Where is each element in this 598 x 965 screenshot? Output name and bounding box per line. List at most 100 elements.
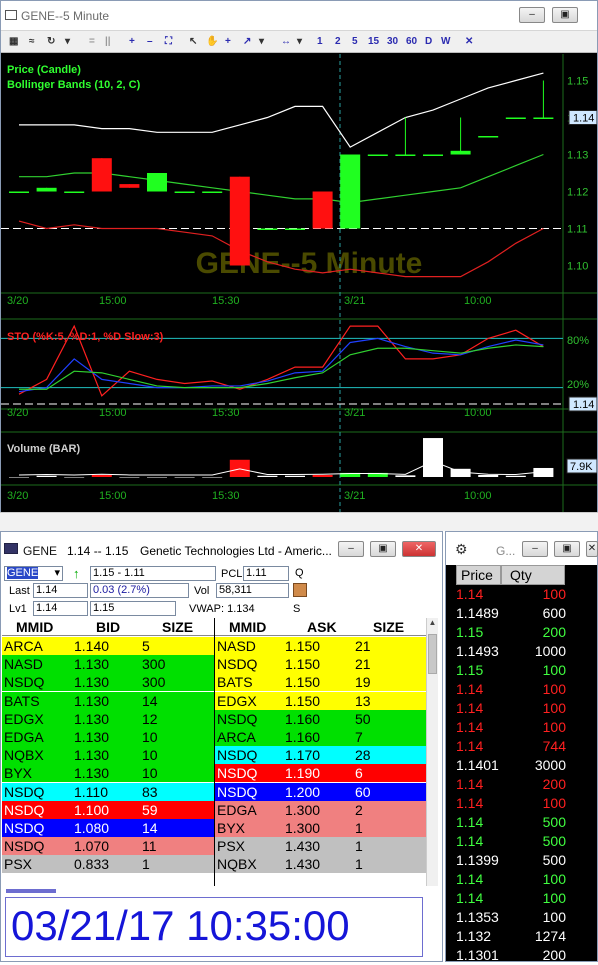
ask-row[interactable]: ARCA 1.160 7 (215, 728, 426, 746)
ask-price-header[interactable]: ASK (307, 618, 337, 636)
level2-maximize-button[interactable]: ▣ (370, 541, 396, 557)
fit-icon[interactable]: ⛶ (165, 36, 172, 47)
chart-canvas[interactable]: GENE--5 Minute 1.15 1.14 1.13 1.12 1.11 1.10 1… (1, 54, 597, 512)
ts-minimize-button[interactable]: – (522, 541, 548, 557)
bid-size-cell: 10 (142, 765, 158, 782)
level2-close-button[interactable]: ✕ (402, 541, 436, 557)
scroll-thumb[interactable] (428, 634, 437, 674)
x-axis-label: 15:30 (212, 295, 240, 307)
ask-size-cell: 21 (355, 638, 371, 654)
ts-price-cell: 1.14 (456, 700, 484, 716)
chart-settings-icon[interactable]: ▦ (9, 36, 18, 47)
refresh-icon[interactable]: ↻ (47, 36, 55, 47)
close-chart-icon[interactable]: ✕ (465, 36, 473, 47)
ts-qty-cell: 600 (542, 605, 566, 621)
bid-row[interactable]: BYX 1.130 10 (2, 764, 214, 783)
pointer-icon[interactable]: ↖ (189, 36, 197, 47)
scroll-up-icon[interactable]: ▲ (427, 618, 438, 627)
ask-row[interactable]: NQBX 1.430 1 (215, 855, 426, 874)
volume-bar (257, 475, 278, 477)
x-axis-label: 15:00 (99, 295, 127, 307)
ask-row[interactable]: NSDQ 1.160 50 (215, 709, 426, 728)
ts-qty-header[interactable]: Qty (501, 565, 565, 585)
dropdown-icon[interactable]: ▾ (65, 36, 70, 47)
bid-row[interactable]: NSDQ 1.110 83 (2, 782, 214, 801)
period-d-button[interactable]: D (425, 36, 432, 47)
crosshair-icon[interactable]: + (225, 36, 231, 47)
volume-bar (147, 477, 167, 478)
bid-mmid-cell: NSDQ (4, 838, 45, 855)
ts-price-header[interactable]: Price (456, 565, 501, 585)
zoom-out-icon[interactable]: – (147, 36, 153, 47)
ask-row[interactable]: EDGA 1.300 2 (215, 800, 426, 819)
ask-row[interactable]: NSDQ 1.200 60 (215, 782, 426, 801)
ask-row[interactable]: EDGX 1.150 13 (215, 691, 426, 710)
ask-row[interactable]: NSDQ 1.170 28 (215, 746, 426, 765)
draw-line-icon[interactable]: ↗ (243, 36, 251, 47)
ts-price-cell: 1.1489 (456, 605, 499, 621)
bid-row[interactable]: NASD 1.130 300 (2, 655, 214, 674)
price-tick-label: 1.10 (567, 261, 588, 273)
period-1-button[interactable]: 1 (317, 36, 323, 47)
x-axis-label: 3/21 (344, 407, 365, 419)
bid-row[interactable]: ARCA 1.140 5 (2, 637, 214, 655)
symbol-dropdown-icon[interactable]: ▾ (54, 567, 60, 580)
symbol-value: GENE (7, 567, 39, 579)
bid-row[interactable]: NSDQ 1.130 300 (2, 673, 214, 692)
minimize-button[interactable]: – (519, 7, 545, 23)
period-5-button[interactable]: 5 (352, 36, 358, 47)
ask-row[interactable]: BATS 1.150 19 (215, 673, 426, 692)
ts-price-cell: 1.1301 (456, 947, 499, 963)
level2-minimize-button[interactable]: – (338, 541, 364, 557)
ts-row: 1.1401 3000 (456, 756, 596, 775)
ts-titlebar: ⚙ G... – ▣ ✕ (446, 532, 598, 565)
ask-row[interactable]: NSDQ 1.190 6 (215, 764, 426, 783)
bid-row[interactable]: NSDQ 1.100 59 (2, 800, 214, 819)
ask-row[interactable]: PSX 1.430 1 (215, 837, 426, 856)
zoom-in-icon[interactable]: + (129, 36, 135, 47)
period-60-button[interactable]: 60 (406, 36, 417, 47)
bid-row[interactable]: NSDQ 1.080 14 (2, 819, 214, 837)
bid-price-cell: 1.130 (74, 674, 110, 691)
price-tick-label: 1.15 (567, 76, 588, 88)
ask-row[interactable]: NSDQ 1.150 21 (215, 655, 426, 674)
candle-body (174, 191, 195, 193)
bid-row[interactable]: NSDQ 1.070 11 (2, 837, 214, 856)
indicator-icon[interactable]: ≈ (29, 36, 35, 47)
pause-icon[interactable]: || (105, 36, 111, 47)
maximize-button[interactable]: ▣ (552, 7, 578, 23)
scroll-arrows-icon[interactable]: ↔ (281, 36, 291, 47)
bid-size-header[interactable]: SIZE (162, 618, 193, 636)
period-30-button[interactable]: 30 (387, 36, 398, 47)
bid-row[interactable]: BATS 1.130 14 (2, 691, 214, 710)
book-scrollbar[interactable]: ▲ (426, 618, 438, 886)
ts-maximize-button[interactable]: ▣ (554, 541, 580, 557)
order-icon[interactable] (293, 583, 307, 597)
bid-mmid-header[interactable]: MMID (16, 618, 53, 636)
candle-body (229, 176, 250, 266)
ts-close-button[interactable]: ✕ (586, 541, 598, 557)
hand-icon[interactable]: ✋ (206, 36, 218, 47)
period-w-button[interactable]: W (441, 36, 450, 47)
time-sales-window: ⚙ G... – ▣ ✕ Price Qty 1.14 100 1.1489 600 1… (445, 531, 598, 963)
ask-mmid-header[interactable]: MMID (229, 618, 266, 636)
bid-price-header[interactable]: BID (96, 618, 120, 636)
period-2-button[interactable]: 2 (335, 36, 341, 47)
scroll-dropdown-icon[interactable]: ▾ (297, 36, 302, 47)
ts-price-cell: 1.1353 (456, 909, 499, 925)
ts-qty-cell: 1274 (534, 928, 566, 944)
ask-row[interactable]: BYX 1.300 1 (215, 819, 426, 837)
chart-toolbar: ▦ ≈ ↻ ▾ = || + – ⛶ ↖ ✋ + ↗ ▾ ↔ ▾ 1 2 5 1… (1, 31, 597, 53)
bid-row[interactable]: EDGA 1.130 10 (2, 728, 214, 746)
symbol-input[interactable]: GENE ▾ (4, 566, 63, 581)
draw-dropdown-icon[interactable]: ▾ (259, 36, 264, 47)
bid-row[interactable]: NQBX 1.130 10 (2, 746, 214, 765)
bid-row[interactable]: EDGX 1.130 12 (2, 709, 214, 728)
ask-size-header[interactable]: SIZE (373, 618, 404, 636)
period-15-button[interactable]: 15 (368, 36, 379, 47)
bid-row[interactable]: PSX 0.833 1 (2, 855, 214, 874)
x-axis-label: 15:00 (99, 490, 127, 502)
ts-qty-cell: 200 (542, 947, 566, 963)
bid-mmid-cell: EDGX (4, 710, 44, 727)
ask-row[interactable]: NASD 1.150 21 (215, 637, 426, 655)
